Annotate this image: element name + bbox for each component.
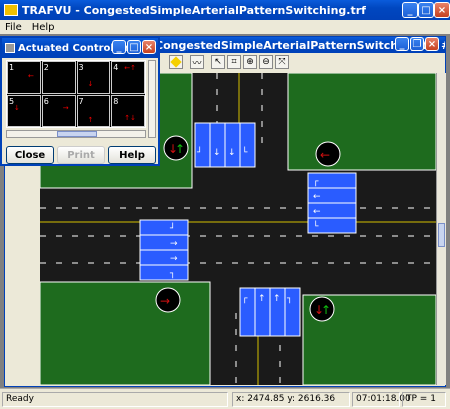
dialog-icon (5, 43, 15, 53)
svg-text:↓: ↓ (228, 148, 236, 158)
zoom-out-icon[interactable]: ⊖ (259, 55, 273, 69)
phase-cell[interactable]: 8 ↑↓ (111, 94, 145, 127)
child-close-icon[interactable]: × (425, 37, 439, 51)
phase-vertical-scrollbar[interactable] (148, 60, 156, 138)
h-scroll-thumb[interactable] (57, 131, 97, 137)
signal-head-sw[interactable]: → (155, 287, 181, 313)
y-value: 2616.36 (297, 394, 336, 404)
svg-text:└: └ (313, 220, 319, 232)
svg-text:┌: ┌ (313, 177, 319, 187)
phase-label: 6 (43, 96, 49, 106)
svg-text:←: ← (313, 207, 321, 217)
phase-indicator: → (62, 103, 69, 112)
phase-indicator: ↓ (14, 103, 20, 112)
phase-label: 8 (113, 96, 119, 106)
help-button[interactable]: Help (108, 146, 156, 164)
minimize-icon[interactable]: _ (402, 2, 418, 18)
app-title: TRAFVU - CongestedSimpleArterialPatternS… (22, 3, 366, 17)
phase-indicator: ↑↓ (124, 113, 136, 122)
svg-text:↓: ↓ (213, 148, 221, 158)
svg-text:┐: ┐ (286, 294, 292, 304)
status-tp: TP = 1 (402, 392, 446, 407)
status-bar: Ready x: 2474.85 y: 2616.36 07:01:18.00 … (0, 388, 450, 409)
svg-text:┐: ┐ (169, 269, 175, 279)
phase-horizontal-scrollbar[interactable] (6, 130, 146, 138)
chart-icon[interactable]: 〰 (190, 55, 204, 69)
close-button[interactable]: Close (6, 146, 54, 164)
svg-text:└: └ (242, 146, 248, 158)
scroll-thumb[interactable] (438, 223, 445, 247)
pointer-icon[interactable]: ↖ (211, 55, 225, 69)
close-icon[interactable]: × (434, 2, 450, 18)
diamond-icon[interactable] (169, 55, 183, 69)
x-label: x: (236, 394, 245, 404)
phase-label: 2 (43, 63, 49, 72)
print-button: Print (57, 146, 105, 164)
svg-text:←: ← (320, 148, 330, 162)
maximize-icon[interactable]: □ (418, 2, 434, 18)
phase-label: 3 (78, 63, 84, 72)
menu-bar: File Help (0, 20, 450, 34)
svg-text:←: ← (313, 192, 321, 202)
phase-label: 1 (9, 63, 15, 72)
status-ready: Ready (2, 392, 228, 407)
signal-head-se[interactable]: ↓ ↑ (309, 296, 335, 322)
svg-text:↑: ↑ (321, 303, 331, 317)
svg-text:↑: ↑ (175, 142, 185, 156)
svg-text:↑: ↑ (273, 294, 281, 304)
menu-file[interactable]: File (5, 22, 22, 33)
west-approach-arrows: ┘ → → ┐ (139, 219, 189, 281)
phase-cell[interactable]: 5 ↓ (7, 94, 41, 127)
south-approach-arrows: ┌ ↑ ↑ ┐ (239, 287, 301, 337)
zoom-in-icon[interactable]: ⊕ (243, 55, 257, 69)
grass-sw (40, 281, 211, 385)
svg-text:↑: ↑ (258, 294, 266, 304)
svg-text:→: → (170, 239, 178, 249)
north-approach-arrows: ┘ ↓ ↓ └ (194, 122, 256, 168)
phase-label: 7 (78, 96, 84, 106)
phase-cell[interactable]: 2 (41, 61, 76, 94)
fit-icon[interactable]: ⤧ (275, 55, 289, 69)
grass-ne (287, 73, 436, 171)
svg-text:┘: ┘ (196, 146, 202, 158)
phase-indicator: ← (28, 72, 34, 80)
phase-label: 4 (113, 63, 119, 72)
phase-cell[interactable]: 1 ← (7, 61, 41, 94)
menu-help[interactable]: Help (32, 22, 55, 33)
east-approach-arrows: ┌ ← ← └ (307, 172, 357, 234)
phase-cell[interactable]: 7 ↑ (76, 94, 111, 127)
phase-indicator: ↓ (87, 80, 94, 88)
actuated-controller-dialog: Actuated Controller... _ □ × 1 ← 2 3 ↓ 4 ←↑… (0, 36, 160, 166)
signal-head-ne[interactable]: ← (315, 141, 341, 167)
actuated-controller-title-bar: Actuated Controller... _ □ × (2, 38, 158, 58)
status-time: 07:01:18.00 (352, 392, 411, 407)
ac-minimize-icon[interactable]: _ (112, 40, 126, 54)
signal-head-nw[interactable]: ↓ ↑ (163, 135, 189, 161)
ac-maximize-icon[interactable]: □ (127, 40, 141, 54)
phase-indicator: ←↑ (124, 64, 136, 72)
phase-cell[interactable]: 6 → (41, 94, 76, 127)
phase-grid: 1 ← 2 3 ↓ 4 ←↑ 5 ↓ 6 → 7 ↑ 8 ↑↓ (6, 60, 146, 128)
status-coords: x: 2474.85 y: 2616.36 (232, 392, 350, 407)
y-label: y: (287, 394, 296, 404)
x-value: 2474.85 (247, 394, 285, 404)
phase-cell[interactable]: 4 ←↑ (111, 61, 145, 94)
svg-text:┌: ┌ (242, 294, 248, 304)
map-vertical-scrollbar[interactable] (436, 73, 446, 385)
svg-text:→: → (160, 294, 170, 308)
select-icon[interactable]: ⌗ (227, 55, 241, 69)
svg-text:→: → (170, 254, 178, 264)
main-title-bar: TRAFVU - CongestedSimpleArterialPatternS… (0, 0, 450, 20)
phase-indicator: ↑ (87, 115, 94, 124)
app-icon (4, 4, 18, 16)
child-minimize-icon[interactable]: _ (395, 37, 409, 51)
phase-cell[interactable]: 3 ↓ (76, 61, 111, 94)
svg-text:┘: ┘ (169, 222, 175, 234)
ac-close-icon[interactable]: × (142, 40, 156, 54)
child-restore-icon[interactable]: ❐ (410, 37, 424, 51)
